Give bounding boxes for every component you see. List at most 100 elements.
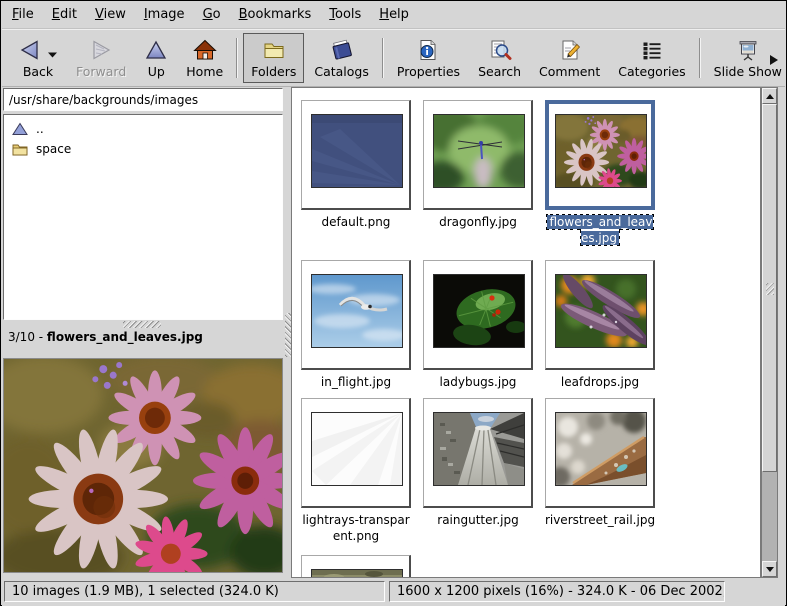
home-button[interactable]: Home [178, 33, 231, 83]
categories-icon [640, 38, 664, 62]
scrollbar-thumb-grip [766, 283, 774, 295]
dropdown-arrow-icon[interactable] [48, 47, 58, 53]
properties-icon [416, 38, 440, 62]
toolbar-separator [382, 38, 384, 78]
up-label: Up [148, 64, 165, 79]
forward-button: Forward [68, 33, 134, 83]
vertical-scrollbar[interactable] [761, 87, 778, 578]
categories-label: Categories [618, 64, 685, 79]
scroll-up-icon [766, 94, 774, 99]
scrollbar-thumb[interactable] [762, 104, 777, 472]
thumbnail-card[interactable] [423, 100, 533, 210]
thumbnail-image[interactable] [311, 569, 403, 578]
folder-item-label: .. [36, 122, 44, 136]
thumbnail-image[interactable] [555, 412, 647, 486]
up-icon [144, 38, 168, 62]
toolbar: Back Forward Up Home Folders Catalogs Pr… [2, 29, 785, 87]
folders-label: Folders [251, 64, 296, 79]
menu-bookmarks[interactable]: Bookmarks [233, 3, 318, 26]
folder-icon [12, 142, 28, 156]
menubar: File Edit View Image Go Bookmarks Tools … [2, 1, 785, 29]
overflow-arrow-icon[interactable] [769, 54, 779, 66]
forward-label: Forward [76, 64, 126, 79]
folder-list: .. space [3, 114, 283, 320]
forward-icon [89, 38, 113, 62]
search-label: Search [478, 64, 521, 79]
thumbnail-label: ladybugs.jpg [422, 374, 534, 390]
thumbnail-label: lightrays-transparent.png [300, 512, 412, 544]
thumbnail-label: in_flight.jpg [300, 374, 412, 390]
preview-filename: flowers_and_leaves.jpg [47, 330, 203, 344]
toolbar-separator [699, 38, 701, 78]
catalogs-button[interactable]: Catalogs [306, 33, 377, 83]
updir-icon [12, 122, 28, 136]
properties-label: Properties [397, 64, 460, 79]
folders-button[interactable]: Folders [243, 33, 304, 83]
properties-button[interactable]: Properties [389, 33, 468, 83]
menu-view[interactable]: View [89, 3, 132, 26]
catalogs-label: Catalogs [314, 64, 369, 79]
comment-button[interactable]: Comment [531, 33, 608, 83]
thumbnail-image[interactable] [433, 412, 525, 486]
categories-button[interactable]: Categories [610, 33, 693, 83]
back-label: Back [23, 64, 53, 79]
gthumb-window: { "colors": { "window_bg": "#d6d6d6", "s… [0, 0, 787, 606]
preview-counter: 3/10 - [8, 330, 43, 344]
up-button[interactable]: Up [136, 33, 176, 83]
search-icon [488, 38, 512, 62]
thumbnail-image[interactable] [555, 114, 647, 188]
thumbnail-card[interactable] [301, 100, 411, 210]
thumbnail-image[interactable] [433, 274, 525, 348]
scroll-up-button[interactable] [762, 88, 777, 104]
scroll-down-button[interactable] [762, 561, 777, 577]
thumbnail-label: leafdrops.jpg [544, 374, 656, 390]
thumbnail-image[interactable] [311, 412, 403, 486]
comment-label: Comment [539, 64, 600, 79]
home-label: Home [186, 64, 223, 79]
toolbar-separator [236, 38, 238, 78]
menu-edit[interactable]: Edit [46, 3, 83, 26]
thumbnail-card[interactable] [301, 398, 411, 508]
statusbar-image-info: 1600 x 1200 pixels (16%) - 324.0 K - 06 … [389, 581, 725, 602]
thumbnail-image[interactable] [311, 114, 403, 188]
thumbnail-label: dragonfly.jpg [422, 214, 534, 230]
thumbnail-card[interactable] [423, 260, 533, 370]
thumbnail-image[interactable] [311, 274, 403, 348]
thumbnail-card[interactable] [545, 398, 655, 508]
thumbnail-label: riverstreet_rail.jpg [544, 512, 656, 528]
folder-item-parent[interactable]: .. [6, 119, 280, 139]
folder-item-space[interactable]: space [6, 139, 280, 159]
thumbnail-card[interactable] [301, 260, 411, 370]
comment-icon [558, 38, 582, 62]
location-input[interactable] [3, 88, 283, 111]
thumbnail-label: default.png [300, 214, 412, 230]
thumbnail-browser: default.png dragonfly.jpg flowers_and_le… [291, 87, 761, 578]
thumbnail-image[interactable] [555, 274, 647, 348]
thumbnail-label: flowers_and_leaves.jpg [544, 214, 656, 246]
home-icon [193, 38, 217, 62]
thumbnail-card[interactable] [423, 398, 533, 508]
catalogs-icon [330, 38, 354, 62]
scroll-down-icon [766, 567, 774, 572]
statusbar-file-summary: 10 images (1.9 MB), 1 selected (324.0 K) [4, 581, 385, 602]
menu-image[interactable]: Image [138, 3, 191, 26]
thumbnail-card[interactable] [545, 100, 655, 210]
slideshow-icon [736, 38, 760, 62]
thumbnail-image[interactable] [433, 114, 525, 188]
folder-item-label: space [36, 142, 71, 156]
preview-status: 3/10 - flowers_and_leaves.jpg [8, 330, 278, 348]
preview-image[interactable] [3, 358, 283, 573]
thumbnail-label: raingutter.jpg [422, 512, 534, 528]
menu-go[interactable]: Go [197, 3, 227, 26]
horizontal-splitter-handle[interactable] [123, 321, 161, 328]
search-button[interactable]: Search [470, 33, 529, 83]
folders-icon [262, 38, 286, 62]
thumbnail-card[interactable] [301, 555, 411, 578]
menu-help[interactable]: Help [373, 3, 415, 26]
back-button[interactable]: Back [10, 33, 66, 83]
thumbnail-card[interactable] [545, 260, 655, 370]
menu-tools[interactable]: Tools [323, 3, 367, 26]
statusbar: 10 images (1.9 MB), 1 selected (324.0 K)… [2, 579, 785, 606]
menu-file[interactable]: File [6, 3, 40, 26]
back-icon [18, 38, 42, 62]
